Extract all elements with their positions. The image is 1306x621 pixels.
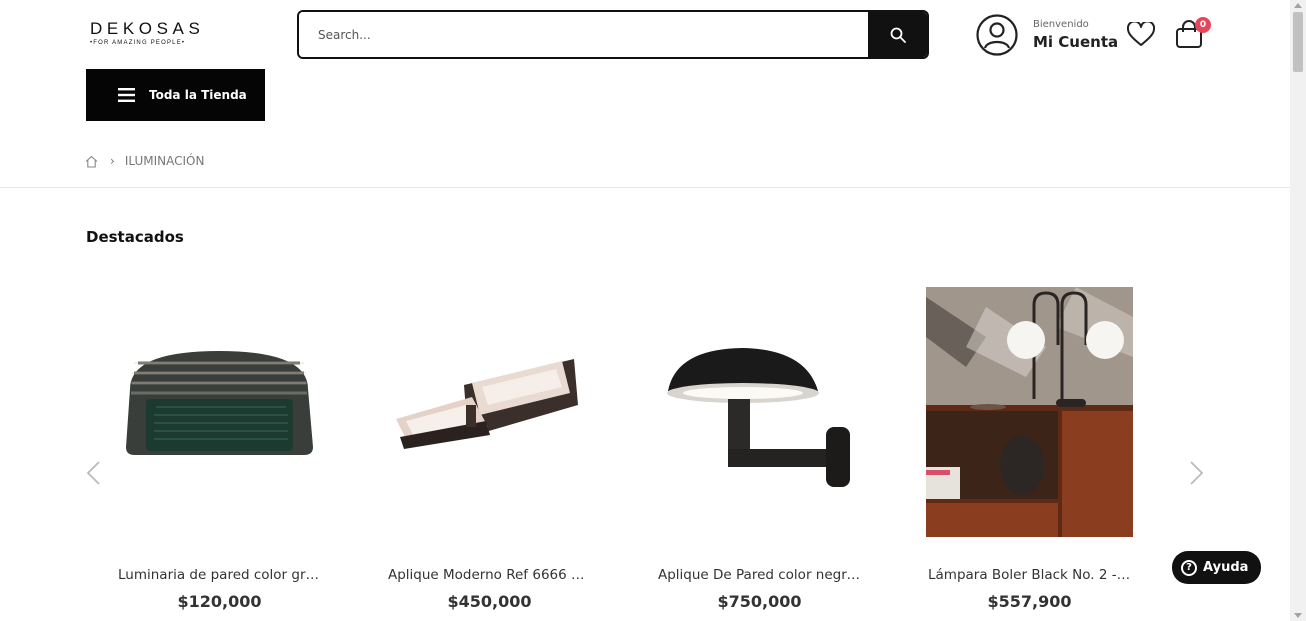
wishlist-button[interactable] [1126,20,1156,51]
product-name[interactable]: Lámpara Boler Black No. 2 - Mesa [926,567,1133,583]
cart-count-badge: 0 [1195,17,1211,33]
product-name[interactable]: Aplique De Pared color negro moderno [656,567,863,583]
scrollbar-thumb[interactable] [1293,12,1303,72]
heart-icon [1126,20,1156,46]
carousel-next-button[interactable] [1188,460,1206,490]
chevron-right-icon: › [110,154,115,168]
product-card[interactable]: Luminaria de pared color gris oscuro $12… [116,287,323,611]
product-price: $750,000 [717,592,802,611]
product-image[interactable] [386,287,593,537]
hamburger-icon [118,88,135,102]
all-store-menu-button[interactable]: Toda la Tienda [86,69,265,121]
product-image[interactable] [116,287,323,537]
search-icon [890,27,906,43]
scroll-up-icon[interactable] [1294,3,1302,8]
product-price: $557,900 [987,592,1072,611]
question-icon: ? [1181,559,1197,576]
product-name[interactable]: Aplique Moderno Ref 6666 Doble [386,567,593,583]
scroll-down-icon[interactable] [1294,613,1302,618]
user-icon [976,14,1018,56]
product-card[interactable]: Aplique Moderno Ref 6666 Doble $450,000 [386,287,593,611]
chevron-right-icon [1190,461,1204,485]
search-input[interactable] [299,12,868,57]
product-image[interactable] [656,287,863,537]
home-icon[interactable] [85,155,98,168]
help-label: Ayuda [1203,560,1249,575]
breadcrumb: › ILUMINACIÓN [85,154,204,168]
page: DEKOSAS •FOR AMAZING PEOPLE• Bienvenido … [0,0,1306,621]
help-button[interactable]: ? Ayuda [1172,551,1261,584]
product-card[interactable]: Lámpara Boler Black No. 2 - Mesa $557,90… [926,287,1133,611]
breadcrumb-current: ILUMINACIÓN [124,154,205,168]
account-label: Mi Cuenta [1033,33,1119,51]
logo-text: DEKOSAS [90,19,205,38]
section-title: Destacados [86,228,184,246]
search-bar [297,10,929,59]
page-scrollbar[interactable] [1290,0,1306,621]
chevron-left-icon [86,461,100,485]
product-name[interactable]: Luminaria de pared color gris oscuro [116,567,323,583]
product-price: $120,000 [177,592,262,611]
search-button[interactable] [868,12,927,57]
carousel-prev-button[interactable] [84,460,102,490]
account-greeting: Bienvenido [1033,19,1089,30]
product-image[interactable] [926,287,1133,537]
logo[interactable]: DEKOSAS •FOR AMAZING PEOPLE• [90,19,205,47]
product-card[interactable]: Aplique De Pared color negro moderno $75… [656,287,863,611]
account-link[interactable]: Bienvenido Mi Cuenta [976,14,1118,56]
logo-tagline: •FOR AMAZING PEOPLE• [90,40,186,46]
divider [0,187,1290,188]
product-price: $450,000 [447,592,532,611]
all-store-label: Toda la Tienda [149,88,247,102]
